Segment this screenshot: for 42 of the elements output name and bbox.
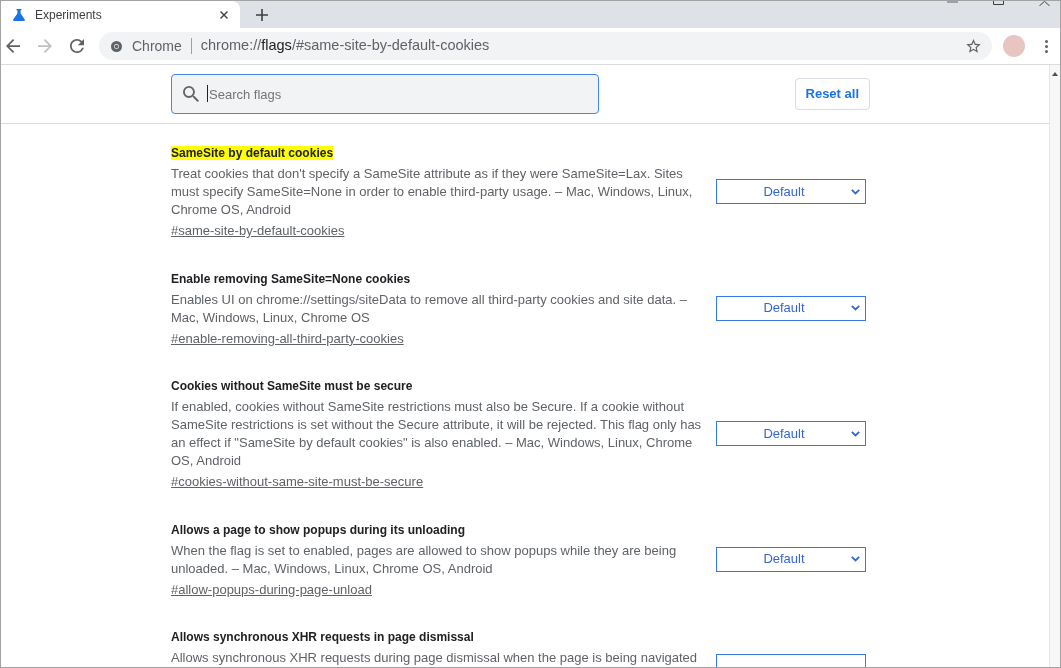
search-field[interactable]: Search flags xyxy=(171,74,599,114)
reset-all-button[interactable]: Reset all xyxy=(794,78,870,110)
flag-description: If enabled, cookies without SameSite restrictions must also be Secure. If a cookie without SameSite restrictions is set without the Secure attribute, it will be rejected. This flag only has an effect if "SameSite by default cookies" is also enabled. – Mac, Windows, Linux, Chrome OS, Android xyxy=(171,398,703,470)
scroll-up-arrow-icon[interactable] xyxy=(1052,72,1058,76)
browser-logo-icon[interactable] xyxy=(111,40,122,52)
reload-icon[interactable] xyxy=(70,39,84,53)
close-icon[interactable] xyxy=(220,10,228,19)
dropdown[interactable]: Default xyxy=(716,546,866,572)
flag-title: Enable removing SameSite=None cookies xyxy=(171,271,411,286)
browser-tab[interactable]: Experiments xyxy=(1,1,240,28)
dropdown[interactable]: Default xyxy=(716,179,866,204)
chevron-up-icon[interactable] xyxy=(1039,1,1050,6)
back-arrow-icon[interactable] xyxy=(6,39,20,53)
flag-title: Allows a page to show popups during its unloading xyxy=(171,522,465,537)
site-label: Chrome xyxy=(132,36,182,56)
maximize-icon[interactable] xyxy=(993,1,1004,5)
plus-icon[interactable] xyxy=(256,8,268,21)
flask-icon xyxy=(13,8,25,21)
chevron-down-icon xyxy=(851,556,860,562)
star-icon[interactable] xyxy=(966,39,981,53)
chevron-down-icon xyxy=(851,188,860,195)
menu-icon[interactable] xyxy=(1045,39,1048,53)
dropdown[interactable]: Default xyxy=(716,421,866,446)
text-cursor-icon xyxy=(207,85,208,102)
flag-description: Enables UI on chrome://settings/siteData to remove all third-party cookies and site data. – Mac, Windows, Linux, Chrome OS xyxy=(171,290,688,327)
search-icon xyxy=(183,86,199,102)
flag-description: When the flag is set to enabled, pages are allowed to show popups while they are being unloaded. – Mac, Windows, Linux, Chrome OS, Android xyxy=(171,541,678,578)
flag-title: Cookies without SameSite must be secure xyxy=(171,379,413,393)
address-bar[interactable]: Chrome chrome://flags/#same-site-by-default-cookies xyxy=(99,32,992,60)
dropdown[interactable]: Default xyxy=(716,295,866,321)
flag-description: Treat cookies that don't specify a SameSite attribute as if they were SameSite=Lax. Sites must specify SameSite=None in order to enable third-party usage. – Mac, Windows, Linux, Chrome OS, Android xyxy=(171,165,694,219)
flag-link[interactable]: #cookies-without-same-site-must-be-secure xyxy=(171,474,424,489)
scrollbar-track[interactable] xyxy=(1049,65,1060,667)
flag-title: Allows synchronous XHR requests in page dismissal xyxy=(171,630,474,644)
chevron-down-icon xyxy=(851,305,860,311)
flag-link[interactable]: #enable-removing-all-third-party-cookies xyxy=(171,330,404,346)
flag-link[interactable]: #same-site-by-default-cookies xyxy=(171,223,345,238)
flag-title: SameSite by default cookies xyxy=(171,146,334,160)
flag-description: Allows synchronous XHR requests during page dismissal when the page is being navigated xyxy=(171,649,699,667)
flag-link[interactable]: #allow-popups-during-page-unload xyxy=(171,581,372,597)
chevron-down-icon xyxy=(851,430,860,437)
url-text[interactable]: chrome://flags/#same-site-by-default-cookies xyxy=(200,35,490,57)
